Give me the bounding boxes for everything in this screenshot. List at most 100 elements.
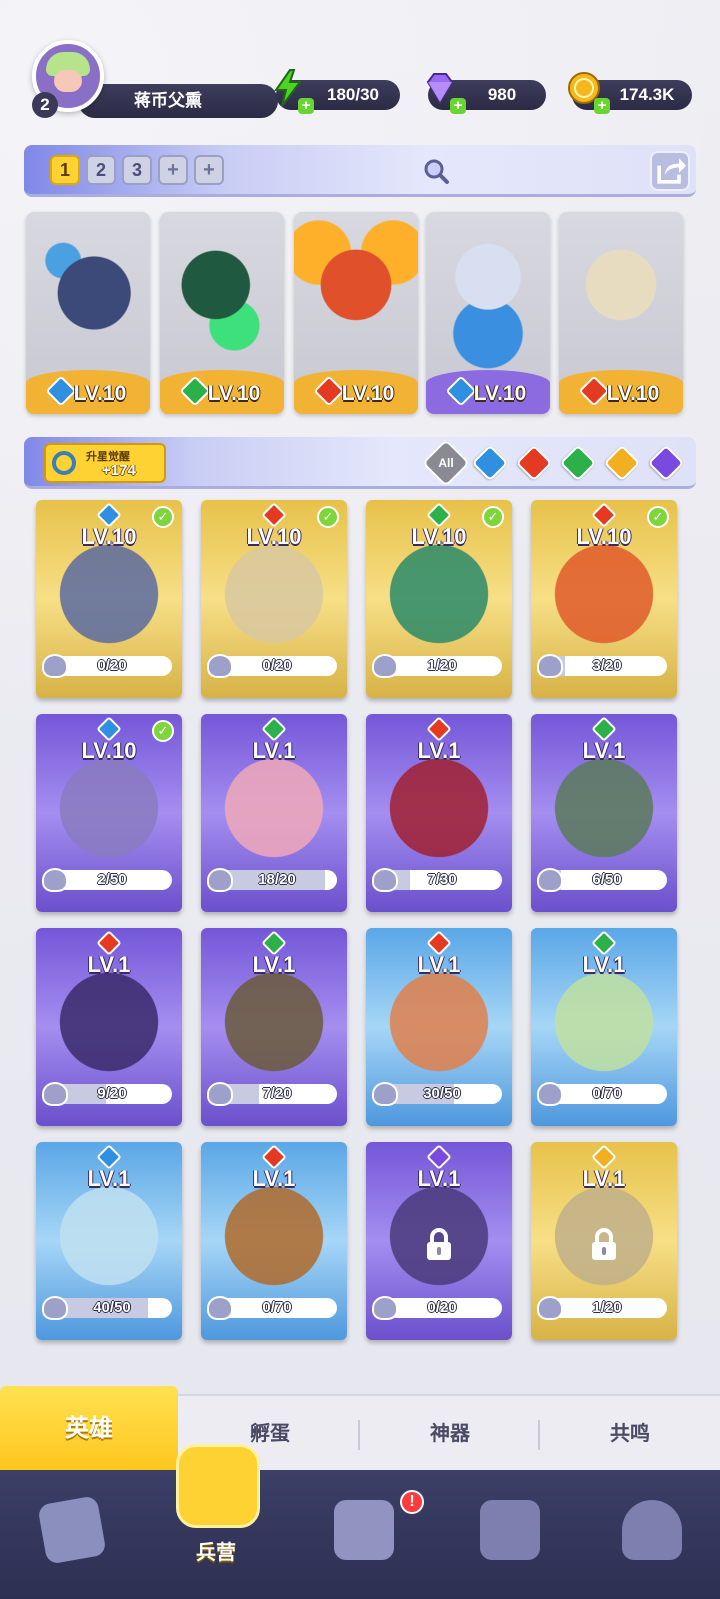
filter-all[interactable]: All — [421, 438, 471, 488]
hero-level: LV.1 — [252, 952, 296, 977]
hero-card[interactable]: LV.10 ✓ 1/20 — [366, 500, 512, 698]
dark-element-icon — [647, 444, 685, 482]
team-tab-add-2[interactable]: + — [194, 155, 224, 185]
hero-card[interactable]: LV.1 0/20 — [366, 1142, 512, 1340]
shard-progress-bar: 9/20 — [52, 1084, 172, 1104]
tab-resonance[interactable]: 共鸣 — [540, 1396, 720, 1472]
alert-icon: ! — [400, 1490, 424, 1514]
hero-level: LV.1 — [87, 1166, 131, 1191]
hero-level: LV.10 — [81, 524, 137, 549]
player-name: 蒋币父熏 — [78, 84, 278, 118]
lineup-slot-2-level: LV.10 — [207, 382, 261, 405]
hero-portrait — [380, 968, 498, 1088]
gem-counter[interactable]: + 980 — [426, 73, 546, 114]
filter-light[interactable] — [603, 444, 641, 482]
hero-card[interactable]: LV.1 30/50 — [366, 928, 512, 1126]
shard-icon — [42, 868, 68, 892]
team-tab-1[interactable]: 1 — [50, 155, 80, 185]
filter-wind[interactable] — [559, 444, 597, 482]
lock-icon — [427, 1228, 451, 1260]
shard-icon — [42, 654, 68, 678]
shard-progress-text: 18/20 — [258, 871, 296, 888]
team-tab-2[interactable]: 2 — [86, 155, 116, 185]
nav-barracks[interactable]: 兵营 — [166, 1444, 266, 1564]
hero-card[interactable]: LV.1 6/50 — [531, 714, 677, 912]
hero-card[interactable]: LV.1 18/20 — [201, 714, 347, 912]
nav-map[interactable]: ! — [312, 1486, 424, 1586]
hero-card[interactable]: LV.1 7/20 — [201, 928, 347, 1126]
tab-heroes[interactable]: 英雄 — [0, 1386, 178, 1472]
filter-water[interactable] — [471, 444, 509, 482]
shard-progress-bar: 7/20 — [217, 1084, 337, 1104]
dark-knight-hero-art — [26, 212, 150, 374]
shard-progress-text: 0/20 — [97, 657, 127, 674]
hero-level: LV.10 — [81, 738, 137, 763]
lineup-slot-2[interactable]: LV.10 — [160, 212, 284, 414]
shard-icon — [537, 1082, 563, 1106]
hero-card[interactable]: LV.1 1/20 — [531, 1142, 677, 1340]
team-tabs: 1 2 3 + + — [50, 155, 224, 185]
energy-counter[interactable]: + 180/30 — [274, 69, 400, 114]
check-icon: ✓ — [152, 506, 174, 528]
hero-level: LV.1 — [582, 738, 626, 763]
shard-icon — [537, 654, 563, 678]
lineup-slot-4[interactable]: LV.10 — [426, 212, 550, 414]
lock-icon — [592, 1228, 616, 1260]
team-tab-3[interactable]: 3 — [122, 155, 152, 185]
hero-card[interactable]: LV.1 40/50 — [36, 1142, 182, 1340]
cards-icon — [37, 1495, 107, 1565]
mushroom-icon — [622, 1500, 682, 1560]
hero-portrait — [50, 1182, 168, 1302]
coin-counter[interactable]: + 174.3K — [568, 72, 692, 114]
hero-level: LV.1 — [582, 952, 626, 977]
hero-card[interactable]: LV.1 9/20 — [36, 928, 182, 1126]
hero-card[interactable]: LV.10 ✓ 0/20 — [201, 500, 347, 698]
lineup-slot-1[interactable]: LV.10 — [26, 212, 150, 414]
share-button[interactable] — [650, 151, 690, 191]
hero-card[interactable]: LV.1 0/70 — [531, 928, 677, 1126]
shard-icon — [372, 1296, 398, 1320]
shard-progress-text: 7/20 — [262, 1085, 292, 1102]
coin-plus-icon[interactable]: + — [594, 98, 610, 114]
shard-icon — [537, 1296, 563, 1320]
tab-artifacts[interactable]: 神器 — [360, 1396, 540, 1472]
fire-cannon-hero-art — [294, 212, 418, 374]
lineup-slot-3[interactable]: LV.10 — [294, 212, 418, 414]
map-icon — [334, 1500, 394, 1560]
lineup-slot-5[interactable]: LV.10 — [559, 212, 683, 414]
check-icon: ✓ — [317, 506, 339, 528]
shard-progress-bar: 7/30 — [382, 870, 502, 890]
hero-card[interactable]: LV.10 ✓ 2/50 — [36, 714, 182, 912]
barracks-icon — [176, 1444, 260, 1528]
hero-portrait — [50, 540, 168, 660]
check-icon: ✓ — [482, 506, 504, 528]
water-element-icon — [471, 444, 509, 482]
team-lineup: LV.10 LV.10 LV.10 LV.10 LV.10 — [26, 212, 696, 414]
search-icon[interactable] — [422, 157, 450, 185]
screen: 2 蒋币父熏 + 180/30 + 980 + 174.3K 1 2 3 + +… — [0, 0, 720, 1599]
filter-bar: 升星觉醒 +174 All — [24, 437, 696, 489]
team-tab-add[interactable]: + — [158, 155, 188, 185]
shard-progress-text: 6/50 — [592, 871, 622, 888]
hero-card[interactable]: LV.1 0/70 — [201, 1142, 347, 1340]
hero-card[interactable]: LV.1 7/30 — [366, 714, 512, 912]
shard-progress-text: 30/50 — [423, 1085, 461, 1102]
hero-level: LV.1 — [582, 1166, 626, 1191]
gem-plus-icon[interactable]: + — [450, 98, 466, 114]
shard-icon — [537, 868, 563, 892]
lineup-slot-1-level: LV.10 — [73, 382, 127, 405]
star-awaken-button[interactable]: 升星觉醒 +174 — [44, 443, 166, 483]
nav-locked-castle[interactable] — [458, 1486, 558, 1586]
filter-fire[interactable] — [515, 444, 553, 482]
shard-progress-bar: 0/20 — [52, 656, 172, 676]
hero-level: LV.1 — [252, 738, 296, 763]
nav-cards[interactable] — [20, 1486, 120, 1586]
locked-castle-icon — [480, 1500, 540, 1560]
hero-card[interactable]: LV.10 ✓ 3/20 — [531, 500, 677, 698]
nav-mushroom[interactable] — [600, 1486, 700, 1586]
player-profile[interactable]: 2 蒋币父熏 — [24, 40, 278, 118]
energy-plus-icon[interactable]: + — [298, 98, 314, 114]
hero-card[interactable]: LV.10 ✓ 0/20 — [36, 500, 182, 698]
filter-dark[interactable] — [647, 444, 685, 482]
lineup-slot-3-level: LV.10 — [341, 382, 395, 405]
